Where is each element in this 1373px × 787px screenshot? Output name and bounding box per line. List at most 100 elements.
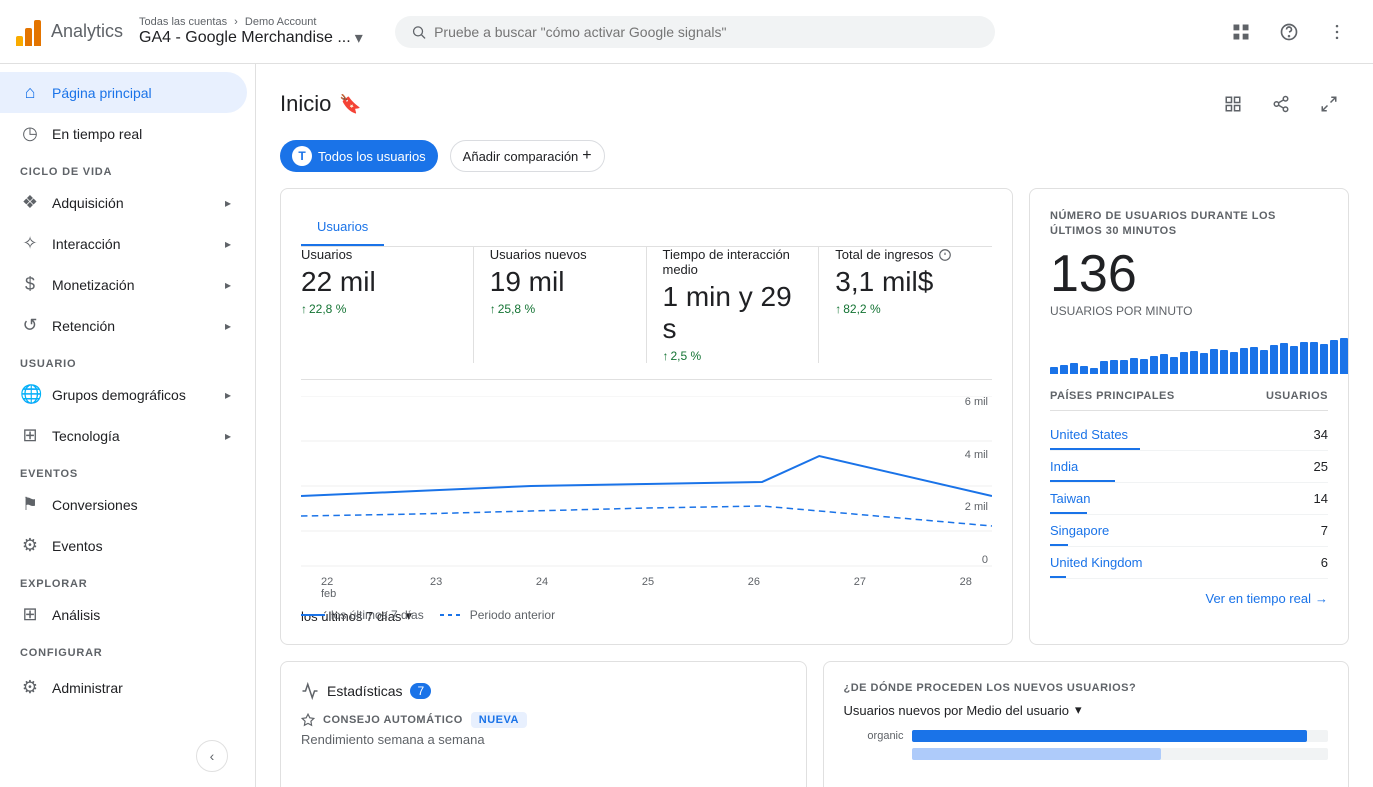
dropdown-arrow: ▾	[1075, 702, 1082, 718]
segment-chip[interactable]: T Todos los usuarios	[280, 140, 438, 172]
stats-card: Usuarios Usuarios 22 mil 22,8 % Usuarios…	[280, 188, 1013, 645]
mini-bar	[1210, 349, 1218, 374]
topbar: Analytics Todas las cuentas › Demo Accou…	[0, 0, 1373, 64]
country-bar-indicator	[1050, 544, 1068, 546]
sidebar-item-technology[interactable]: ⊞ Tecnología ▸	[0, 415, 247, 456]
help-icon-btn[interactable]	[1269, 12, 1309, 52]
mini-bar	[1290, 346, 1298, 374]
y-label-4mil: 4 mil	[965, 449, 988, 461]
sidebar-technology-label: Tecnología	[52, 428, 120, 444]
search-bar[interactable]	[395, 16, 995, 48]
mini-bar	[1140, 359, 1148, 374]
country-count: 25	[1314, 459, 1328, 474]
mini-bar	[1080, 366, 1088, 374]
help-icon	[1279, 22, 1299, 42]
realtime-link-label: Ver en tiempo real	[1205, 591, 1311, 606]
bottom-grid: Estadísticas 7 CONSEJO AUTOMÁTICO Nueva …	[280, 661, 1349, 787]
sidebar-item-retention[interactable]: ↺ Retención ▸	[0, 305, 247, 346]
mini-bar	[1050, 367, 1058, 374]
country-name[interactable]: United Kingdom	[1050, 555, 1143, 570]
section-explore: EXPLORAR	[0, 566, 255, 594]
legend-line-current	[301, 614, 325, 616]
mini-bar	[1130, 358, 1138, 374]
sidebar-admin-label: Administrar	[52, 680, 123, 696]
chart-wrap: 6 mil 4 mil 2 mil 0 22feb 23 24 25 26 27	[301, 396, 992, 596]
nueva-badge: Nueva	[471, 712, 527, 728]
y-label-2mil: 2 mil	[965, 501, 988, 513]
customize-icon-btn[interactable]	[1213, 84, 1253, 124]
share-icon-btn[interactable]	[1261, 84, 1301, 124]
sidebar: ⌂ Página principal ◷ En tiempo real CICL…	[0, 64, 256, 787]
legend-current: los últimos 7 días	[301, 608, 424, 622]
sidebar-item-interaction[interactable]: ✧ Interacción ▸	[0, 223, 247, 264]
sidebar-analysis-label: Análisis	[52, 607, 100, 623]
expand-icon3: ▸	[225, 278, 231, 292]
metric-change-2: 2,5 %	[663, 349, 803, 363]
page-title-wrap: Inicio 🔖	[280, 91, 362, 117]
stats-card-title: Estadísticas 7	[301, 682, 786, 700]
account-name[interactable]: GA4 - Google Merchandise ... ▾	[139, 28, 363, 48]
mini-bar	[1060, 365, 1068, 374]
country-name[interactable]: India	[1050, 459, 1078, 474]
sidebar-item-monetization[interactable]: $ Monetización ▸	[0, 264, 247, 305]
sidebar-item-analysis[interactable]: ⊞ Análisis	[0, 594, 247, 635]
mini-bar	[1120, 360, 1128, 374]
expand-icon-btn[interactable]	[1309, 84, 1349, 124]
plus-icon: +	[582, 147, 591, 165]
sidebar-item-home[interactable]: ⌂ Página principal	[0, 72, 247, 113]
metric-change-1: 25,8 %	[490, 302, 630, 316]
add-comparison-btn[interactable]: Añadir comparación +	[450, 140, 605, 172]
mini-bar	[1250, 347, 1258, 374]
x-label-26: 26	[748, 576, 760, 600]
topbar-actions	[1221, 12, 1357, 52]
tab-usuarios[interactable]: Usuarios	[301, 209, 384, 246]
sidebar-item-admin[interactable]: ⚙ Administrar	[0, 667, 247, 708]
grid-icon-btn[interactable]	[1221, 12, 1261, 52]
bar-fill-organic	[912, 730, 1308, 742]
metric-label-0: Usuarios	[301, 247, 457, 262]
sidebar-item-conversions[interactable]: ⚑ Conversiones	[0, 484, 247, 525]
legend-previous: Periodo anterior	[440, 608, 555, 622]
sidebar-realtime-label: En tiempo real	[52, 126, 142, 142]
sidebar-item-acquisition[interactable]: ❖ Adquisición ▸	[0, 182, 247, 223]
sidebar-collapse-btn[interactable]: ‹	[196, 740, 228, 772]
demographics-icon: 🌐	[20, 384, 40, 405]
new-users-chart-label[interactable]: Usuarios nuevos por Medio del usuario ▾	[844, 702, 1329, 718]
account-selector[interactable]: Todas las cuentas › Demo Account GA4 - G…	[139, 16, 363, 48]
mini-bar	[1320, 344, 1328, 374]
share-icon	[1272, 95, 1290, 113]
expand-icon6: ▸	[225, 429, 231, 443]
sidebar-item-events-nav[interactable]: ⚙ Eventos	[0, 525, 247, 566]
sidebar-item-realtime[interactable]: ◷ En tiempo real	[0, 113, 247, 154]
mini-bar	[1160, 354, 1168, 374]
grid-icon	[1231, 22, 1251, 42]
mini-bar	[1270, 345, 1278, 374]
x-label-25: 25	[642, 576, 654, 600]
countries-header: PAÍSES PRINCIPALES USUARIOS	[1050, 390, 1328, 411]
segment-letter: T	[292, 146, 312, 166]
mini-bar	[1090, 368, 1098, 374]
analytics-logo-icon	[16, 18, 41, 46]
country-name[interactable]: United States	[1050, 427, 1128, 442]
fullscreen-icon	[1320, 95, 1338, 113]
consejo-label: CONSEJO AUTOMÁTICO Nueva	[301, 712, 786, 728]
sidebar-events-nav-label: Eventos	[52, 538, 103, 554]
metric-change-3: 82,2 %	[835, 302, 976, 316]
x-label-22: 22feb	[321, 576, 336, 600]
metric-ingresos: Total de ingresos 3,1 mil$ 82,2 %	[819, 247, 992, 363]
mini-bar	[1330, 340, 1338, 374]
monetization-icon: $	[20, 274, 40, 295]
legend-previous-label: Periodo anterior	[470, 608, 555, 622]
country-name[interactable]: Singapore	[1050, 523, 1109, 538]
sidebar-item-demographics[interactable]: 🌐 Grupos demográficos ▸	[0, 374, 247, 415]
country-name[interactable]: Taiwan	[1050, 491, 1090, 506]
events-icon: ⚙	[20, 535, 40, 556]
search-input[interactable]	[434, 24, 979, 40]
section-events: EVENTOS	[0, 456, 255, 484]
sidebar-home-label: Página principal	[52, 85, 152, 101]
country-row: Singapore 7	[1050, 515, 1328, 547]
bookmark-icon[interactable]: 🔖	[339, 94, 361, 115]
customize-icon	[1224, 95, 1242, 113]
more-vert-icon-btn[interactable]	[1317, 12, 1357, 52]
realtime-link[interactable]: Ver en tiempo real →	[1050, 591, 1328, 606]
